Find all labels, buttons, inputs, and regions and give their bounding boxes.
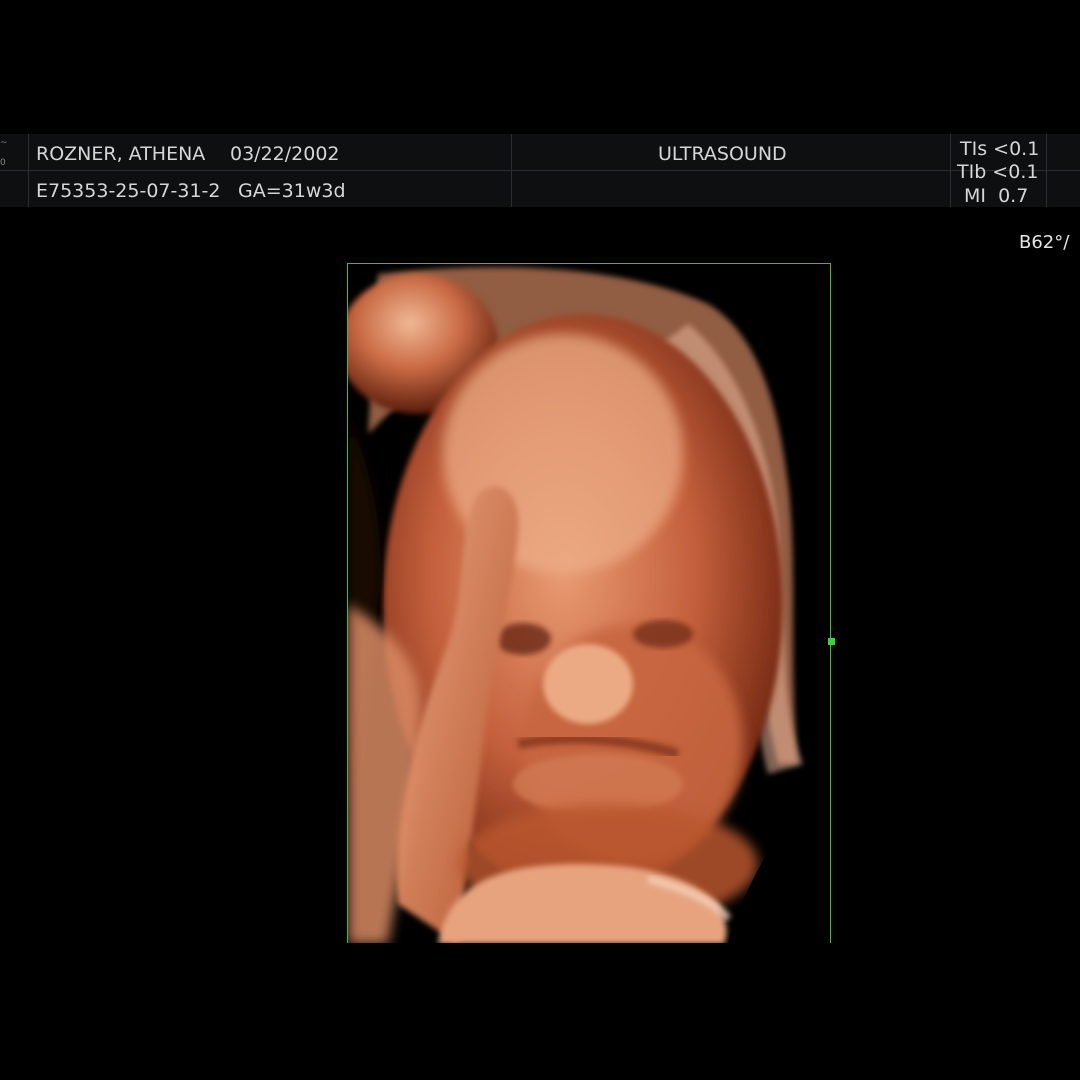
header-divider-horizontal (0, 170, 1080, 171)
patient-dob: 03/22/2002 (230, 143, 340, 165)
edge-glyph-top: ~ (0, 138, 8, 148)
patient-id: E75353-25-07-31-2 (36, 180, 221, 202)
header-divider-edge (28, 134, 29, 207)
fetal-face-3d-render (348, 264, 830, 943)
imaging-mode-label: B62°/V (1019, 232, 1070, 253)
3d-render-viewport[interactable] (347, 263, 831, 943)
header-divider-right (950, 134, 951, 207)
patient-name: ROZNER, ATHENA (36, 143, 206, 165)
exam-title: ULTRASOUND (658, 143, 787, 165)
mechanical-index: MI 0.7 (964, 185, 1029, 207)
patient-info-header: ROZNER, ATHENA 03/22/2002 E75353-25-07-3… (0, 134, 1080, 207)
edge-glyph-bottom: 0 (0, 158, 6, 168)
header-divider-far-right (1046, 134, 1047, 207)
thermal-index-bone: TIb <0.1 (957, 161, 1039, 183)
gestational-age: GA=31w3d (238, 180, 346, 202)
focus-marker[interactable] (828, 638, 835, 645)
header-divider-left (511, 134, 512, 207)
thermal-index-soft: TIs <0.1 (960, 138, 1040, 160)
